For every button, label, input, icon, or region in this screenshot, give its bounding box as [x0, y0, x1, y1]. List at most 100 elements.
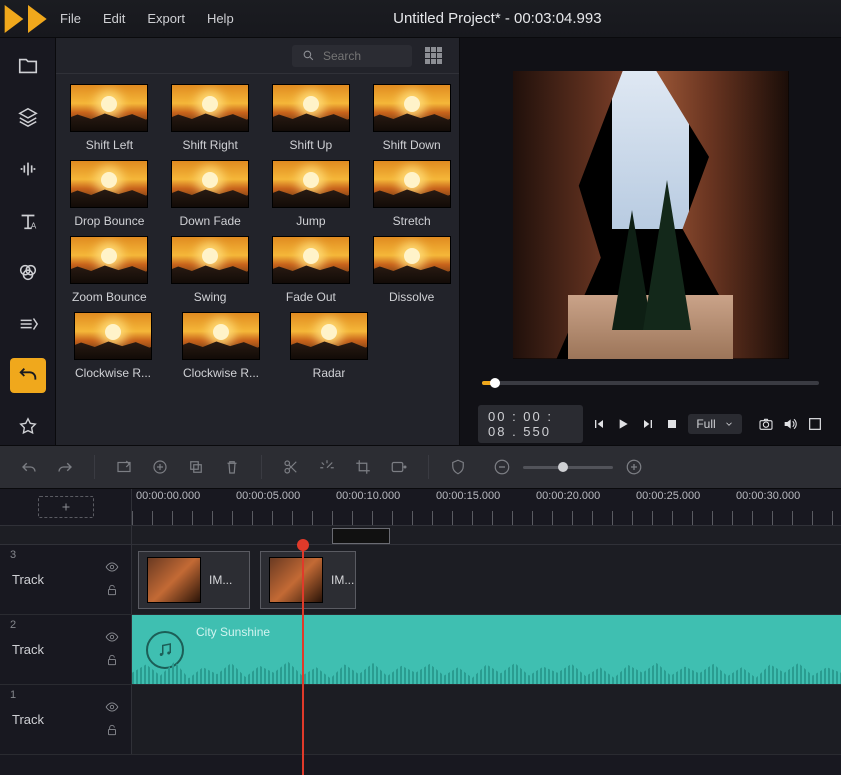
track-header: 2Track: [0, 615, 132, 684]
ruler-label: 00:00:15.000: [436, 490, 500, 502]
speed-button[interactable]: [316, 456, 338, 478]
effect-thumb[interactable]: Shift Left: [70, 84, 149, 152]
next-frame-button[interactable]: [639, 411, 655, 437]
favorites-icon[interactable]: [10, 409, 46, 445]
project-title: Untitled Project* - 00:03:04.993: [393, 10, 601, 27]
track-area[interactable]: [132, 685, 841, 754]
track-name: Track: [12, 572, 95, 587]
left-toolbar: A: [0, 38, 56, 445]
ruler-label: 00:00:30.000: [736, 490, 800, 502]
effect-thumb[interactable]: Shift Down: [372, 84, 451, 152]
fullscreen-button[interactable]: [807, 411, 823, 437]
separator: [428, 455, 429, 479]
clip-label: IM...: [331, 573, 354, 587]
time-ruler[interactable]: 00:00:00.00000:00:05.00000:00:10.00000:0…: [132, 489, 841, 525]
effect-thumb[interactable]: Stretch: [372, 160, 451, 228]
prev-frame-button[interactable]: [591, 411, 607, 437]
copy-button[interactable]: [185, 456, 207, 478]
audio-clip[interactable]: City Sunshine: [132, 615, 841, 684]
effect-label: Jump: [296, 214, 325, 228]
effect-thumb[interactable]: Drop Bounce: [70, 160, 149, 228]
track-row: 3Track IM... IM...: [0, 545, 841, 615]
svg-text:A: A: [30, 221, 36, 230]
track-area[interactable]: IM... IM...: [132, 545, 841, 614]
snapshot-button[interactable]: [758, 411, 774, 437]
delete-button[interactable]: [221, 456, 243, 478]
layers-icon[interactable]: [10, 100, 46, 136]
transitions-icon[interactable]: [10, 306, 46, 342]
marker-clip[interactable]: [332, 528, 390, 544]
crop-button[interactable]: [352, 456, 374, 478]
menu-edit[interactable]: Edit: [103, 11, 125, 26]
ruler-label: 00:00:05.000: [236, 490, 300, 502]
effect-label: Shift Right: [182, 138, 237, 152]
track-number: 1: [10, 689, 16, 701]
search-field[interactable]: [321, 48, 401, 64]
quality-select[interactable]: Full: [688, 414, 741, 434]
effects-grid: Shift Left Shift Right Shift Up Shift Down D…: [56, 74, 459, 445]
effect-thumb[interactable]: Zoom Bounce: [70, 236, 149, 304]
track-header: 1Track: [0, 685, 132, 754]
menu-file[interactable]: File: [60, 11, 81, 26]
preview-scrubber[interactable]: [460, 377, 841, 403]
media-folder-icon[interactable]: [10, 48, 46, 84]
play-button[interactable]: [615, 411, 631, 437]
track-header: 3Track: [0, 545, 132, 614]
add-clip-button[interactable]: [113, 456, 135, 478]
effect-thumb[interactable]: Shift Up: [272, 84, 351, 152]
visibility-icon[interactable]: [105, 700, 119, 717]
zoom-slider[interactable]: [523, 466, 613, 469]
split-button[interactable]: [280, 456, 302, 478]
effect-label: Stretch: [393, 214, 431, 228]
effect-label: Swing: [194, 290, 227, 304]
lock-icon[interactable]: [105, 653, 119, 670]
effect-thumb[interactable]: Clockwise R...: [178, 312, 264, 380]
zoom-control: [491, 456, 645, 478]
effect-thumb[interactable]: Radar: [286, 312, 372, 380]
ruler-label: 00:00:25.000: [636, 490, 700, 502]
effect-label: Clockwise R...: [75, 366, 151, 380]
lock-icon[interactable]: [105, 583, 119, 600]
grid-view-icon[interactable]: [422, 44, 445, 67]
clip-label: IM...: [209, 573, 232, 587]
volume-button[interactable]: [782, 411, 798, 437]
add-track-button[interactable]: [38, 496, 94, 518]
redo-button[interactable]: [54, 456, 76, 478]
effect-thumb[interactable]: Jump: [272, 160, 351, 228]
effect-thumb[interactable]: Fade Out: [272, 236, 351, 304]
video-clip[interactable]: IM...: [260, 551, 356, 609]
shield-marker-icon[interactable]: [447, 456, 469, 478]
filters-icon[interactable]: [10, 255, 46, 291]
effect-thumb[interactable]: Shift Right: [171, 84, 250, 152]
effects-browser: Shift Left Shift Right Shift Up Shift Down D…: [56, 38, 460, 445]
audio-waves-icon[interactable]: [10, 151, 46, 187]
video-clip[interactable]: IM...: [138, 551, 250, 609]
zoom-out-button[interactable]: [491, 456, 513, 478]
animations-icon[interactable]: [10, 358, 46, 394]
zoom-in-button[interactable]: [623, 456, 645, 478]
effect-label: Zoom Bounce: [72, 290, 147, 304]
add-marker-button[interactable]: [149, 456, 171, 478]
record-button[interactable]: [388, 456, 410, 478]
text-tool-icon[interactable]: A: [10, 203, 46, 239]
timeline: 00:00:00.00000:00:05.00000:00:10.00000:0…: [0, 489, 841, 775]
stop-button[interactable]: [664, 411, 680, 437]
effect-label: Radar: [313, 366, 346, 380]
separator: [94, 455, 95, 479]
track-area[interactable]: City Sunshine: [132, 615, 841, 684]
effect-thumb[interactable]: Dissolve: [372, 236, 451, 304]
visibility-icon[interactable]: [105, 630, 119, 647]
effect-label: Clockwise R...: [183, 366, 259, 380]
effect-thumb[interactable]: Swing: [171, 236, 250, 304]
ruler-label: 00:00:00.000: [136, 490, 200, 502]
visibility-icon[interactable]: [105, 560, 119, 577]
track-name: Track: [12, 642, 95, 657]
search-input[interactable]: [292, 45, 412, 67]
effect-label: Shift Left: [86, 138, 133, 152]
effect-label: Fade Out: [286, 290, 336, 304]
undo-button[interactable]: [18, 456, 40, 478]
effect-thumb[interactable]: Clockwise R...: [70, 312, 156, 380]
preview-controls: 00 : 00 : 08 . 550 Full: [460, 403, 841, 445]
effect-thumb[interactable]: Down Fade: [171, 160, 250, 228]
lock-icon[interactable]: [105, 723, 119, 740]
